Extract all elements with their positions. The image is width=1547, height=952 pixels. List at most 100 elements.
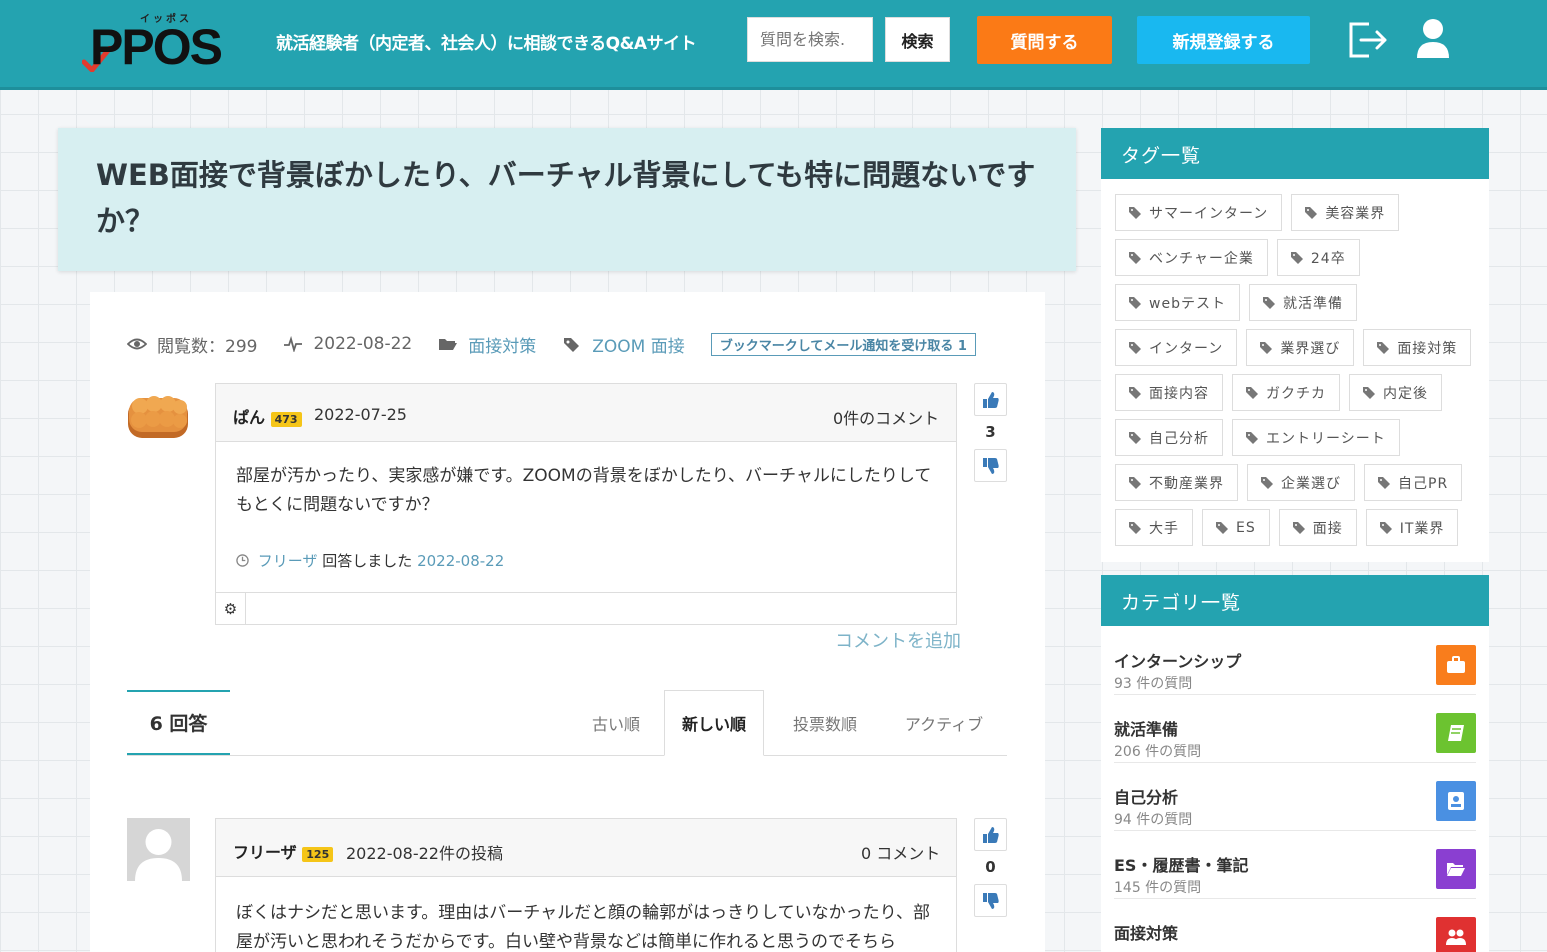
answer-author-name[interactable]: フリーザ xyxy=(233,843,297,862)
category-item[interactable]: インターンシップ 93 件の質問 xyxy=(1114,627,1476,695)
category-name[interactable]: 面接対策 xyxy=(1114,920,1178,944)
answer-body: ぼくはナシだと思います。理由はバーチャルだと顔の輪郭がはっきりしていなかったり、… xyxy=(236,903,930,952)
author-name[interactable]: ぱん xyxy=(233,408,265,427)
category-list-widget: カテゴリ一覧 インターンシップ 93 件の質問 就活準備 206 件の質問 自己分析 94… xyxy=(1101,575,1489,952)
tag-icon xyxy=(1216,521,1228,534)
gear-icon[interactable]: ⚙ xyxy=(216,593,246,625)
tag-label: サマーインターン xyxy=(1149,205,1269,222)
question-author[interactable]: ぱん 473 xyxy=(233,404,302,428)
tag-list: サマーインターン 美容業界 ベンチャー企業 24卒 webテスト 就活準備インターン 業界選… xyxy=(1115,194,1485,554)
tag-item[interactable]: 内定後 xyxy=(1349,374,1442,411)
tag-item[interactable]: 面接対策 xyxy=(1363,329,1472,366)
answer-upvote-button[interactable] xyxy=(974,818,1007,851)
tag-item[interactable]: IT業界 xyxy=(1365,509,1459,546)
tag-icon xyxy=(1363,386,1375,399)
upvote-button[interactable] xyxy=(974,383,1007,416)
answer-card-header: フリーザ 125 2022-08-22件の投稿 0 コメント xyxy=(216,819,956,877)
tag-label: 24卒 xyxy=(1310,250,1346,267)
category-list-title: カテゴリ一覧 xyxy=(1101,575,1489,626)
tag-item[interactable]: 企業選び xyxy=(1247,464,1355,501)
tab-newest[interactable]: 新しい順 xyxy=(664,690,764,756)
tag-item[interactable]: ES xyxy=(1202,509,1270,546)
category-name[interactable]: ES・履歴書・筆記 xyxy=(1114,852,1248,876)
tag-item[interactable]: ベンチャー企業 xyxy=(1115,239,1268,276)
question-post-date: 2022-07-25 xyxy=(314,405,407,424)
logo-text: PPOS xyxy=(90,19,223,75)
thumbs-down-icon xyxy=(982,892,999,909)
tag-item[interactable]: 24卒 xyxy=(1276,239,1360,276)
tag-item[interactable]: 美容業界 xyxy=(1291,194,1400,231)
tag-icon xyxy=(1129,341,1141,354)
logout-icon[interactable] xyxy=(1347,20,1389,60)
tag-label: 大手 xyxy=(1149,520,1179,537)
tag-label: 不動産業界 xyxy=(1149,475,1224,492)
category-name[interactable]: 自己分析 xyxy=(1114,784,1178,808)
downvote-button[interactable] xyxy=(974,449,1007,482)
tag-label: ES xyxy=(1236,519,1256,536)
author-avatar[interactable] xyxy=(126,392,190,440)
add-comment-link[interactable]: コメントを追加 xyxy=(835,627,961,653)
tag-icon xyxy=(1260,341,1273,354)
tab-oldest[interactable]: 古い順 xyxy=(578,690,654,756)
answer-comment-count[interactable]: 0 コメント xyxy=(861,840,940,864)
folder-open-icon xyxy=(439,339,458,350)
answer-author-avatar[interactable] xyxy=(127,818,190,881)
answered-date-link[interactable]: 2022-08-22 xyxy=(417,552,504,570)
thumbs-up-icon xyxy=(982,826,999,843)
tag-item[interactable]: 面接内容 xyxy=(1115,374,1223,411)
tag-item[interactable]: 不動産業界 xyxy=(1115,464,1238,501)
site-logo[interactable]: イッポス PPOS xyxy=(82,6,242,76)
category-name[interactable]: 就活準備 xyxy=(1114,716,1178,740)
answer-downvote-button[interactable] xyxy=(974,884,1007,917)
tag-label: 就活準備 xyxy=(1282,295,1343,312)
tag-label: webテスト xyxy=(1149,295,1226,312)
tag-item[interactable]: エントリーシート xyxy=(1232,419,1400,456)
tag-label: 業界選び xyxy=(1280,340,1341,357)
ask-question-button[interactable]: 質問する xyxy=(977,16,1112,64)
tag-item[interactable]: インターン xyxy=(1115,329,1238,366)
thumbs-up-icon xyxy=(982,391,999,408)
category-item[interactable]: 就活準備 206 件の質問 xyxy=(1114,695,1476,763)
question-category-link[interactable]: 面接対策 xyxy=(468,332,536,357)
tag-label: ガクチカ xyxy=(1266,385,1326,402)
tag-label: 面接内容 xyxy=(1149,385,1209,402)
question-comment-count[interactable]: 0件のコメント xyxy=(833,405,939,429)
category-item[interactable]: 面接対策 xyxy=(1114,899,1476,952)
answered-by-link[interactable]: フリーザ xyxy=(258,552,318,570)
tab-votes[interactable]: 投票数順 xyxy=(778,690,872,756)
user-icon[interactable] xyxy=(1415,18,1451,60)
answer-date: 2022-08-22件の投稿 xyxy=(346,844,503,863)
answer-card: フリーザ 125 2022-08-22件の投稿 0 コメント ぼくはナシだと思い… xyxy=(215,818,957,952)
tag-item[interactable]: 自己分析 xyxy=(1115,419,1223,456)
tag-icon xyxy=(1262,296,1275,309)
tag-label: 自己PR xyxy=(1398,475,1449,492)
tag-list-widget: タグ一覧 サマーインターン 美容業界 ベンチャー企業 24卒 webテスト 就活準備 インタ… xyxy=(1101,128,1489,562)
bookmark-button[interactable]: ブックマークしてメール通知を受け取る 1 xyxy=(710,332,976,356)
tag-item[interactable]: 就活準備 xyxy=(1248,284,1357,321)
category-item[interactable]: ES・履歴書・筆記 145 件の質問 xyxy=(1114,831,1476,899)
tag-item[interactable]: 自己PR xyxy=(1364,464,1463,501)
tag-item[interactable]: webテスト xyxy=(1115,284,1240,321)
answer-author-points-badge: 125 xyxy=(302,847,334,862)
answer-author[interactable]: フリーザ 125 xyxy=(233,839,334,863)
category-item[interactable]: 自己分析 94 件の質問 xyxy=(1114,763,1476,831)
question-card: ぱん 473 2022-07-25 0件のコメント 部屋が汚かったり、実家感が嫌… xyxy=(215,383,957,625)
register-button[interactable]: 新規登録する xyxy=(1137,16,1310,64)
category-name[interactable]: インターンシップ xyxy=(1114,648,1241,672)
tag-icon xyxy=(1379,521,1392,534)
search-input[interactable] xyxy=(747,17,873,62)
tab-active[interactable]: アクティブ xyxy=(890,690,998,756)
search-button[interactable]: 検索 xyxy=(885,17,950,62)
answer-vote-count: 0 xyxy=(985,858,996,876)
thumbs-down-icon xyxy=(982,457,999,474)
tag-icon xyxy=(1129,431,1141,444)
book-icon xyxy=(1436,713,1476,753)
tag-item[interactable]: 業界選び xyxy=(1246,329,1355,366)
tag-item[interactable]: サマーインターン xyxy=(1115,194,1283,231)
tag-item[interactable]: ガクチカ xyxy=(1232,374,1340,411)
tag-item[interactable]: 大手 xyxy=(1115,509,1193,546)
question-tag-link[interactable]: ZOOM 面接 xyxy=(592,332,684,357)
activity-icon xyxy=(284,336,303,352)
tag-item[interactable]: 面接 xyxy=(1278,509,1357,546)
tabs-divider xyxy=(127,755,1007,756)
